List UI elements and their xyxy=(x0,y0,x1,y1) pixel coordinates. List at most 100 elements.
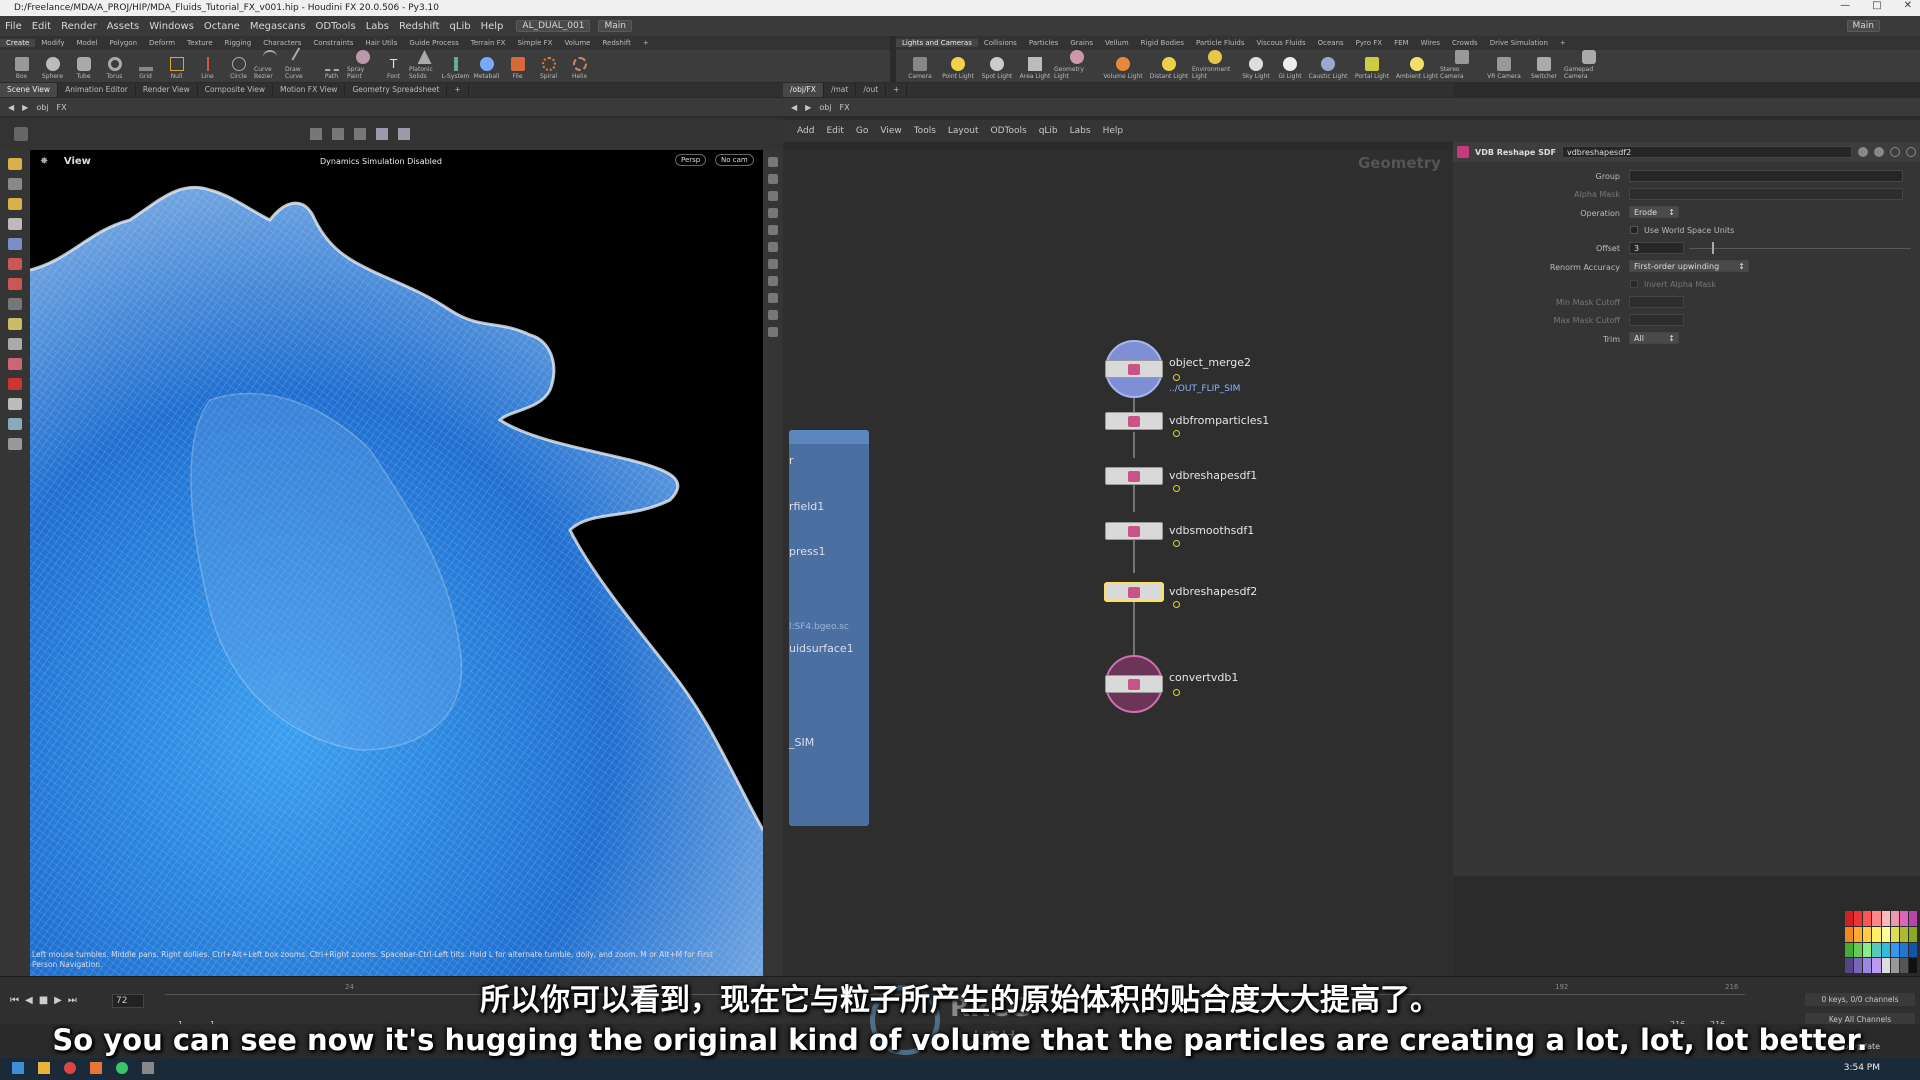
handle-tool-icon[interactable] xyxy=(8,298,22,310)
info-param-icon[interactable] xyxy=(1889,147,1900,157)
node-flag-icon[interactable] xyxy=(1173,540,1180,547)
tab-out[interactable]: /out xyxy=(856,83,887,97)
houdini-icon[interactable] xyxy=(90,1062,102,1074)
browser-icon[interactable] xyxy=(64,1062,76,1074)
node-flag-icon[interactable] xyxy=(1173,601,1180,608)
menu-assets[interactable]: Assets xyxy=(102,21,145,32)
shelf-add-tab-right-icon[interactable]: + xyxy=(1554,39,1572,47)
menu-edit[interactable]: Edit xyxy=(27,21,56,32)
object-merge-node-body[interactable] xyxy=(1105,360,1163,378)
tool-stereo-camera[interactable]: Stereo Camera xyxy=(1440,50,1484,82)
grid-display-icon[interactable] xyxy=(768,310,778,320)
render-region-tool-icon[interactable] xyxy=(8,438,22,450)
shading-icon[interactable] xyxy=(398,128,410,140)
magnet-red-tool-icon[interactable] xyxy=(8,378,22,390)
menu-file[interactable]: File xyxy=(0,21,27,32)
help-icon[interactable] xyxy=(1905,147,1916,157)
shelf-tab-collisions[interactable]: Collisions xyxy=(978,39,1023,47)
right-workspace-selector[interactable]: Main xyxy=(1846,20,1880,32)
tool-spray-paint[interactable]: Spray Paint xyxy=(347,50,378,82)
tool-platonic-solids[interactable]: Platonic Solids xyxy=(409,50,440,82)
shelf-tab-particles[interactable]: Particles xyxy=(1023,39,1065,47)
tool-volume-light[interactable]: Volume Light xyxy=(1100,50,1146,82)
path-fx[interactable]: FX xyxy=(57,103,67,112)
workspace-selector[interactable]: Main xyxy=(598,20,632,32)
node-flag-icon[interactable] xyxy=(1173,430,1180,437)
shelf-tab-terrain-fx[interactable]: Terrain FX xyxy=(465,39,512,47)
shelf-tab-deform[interactable]: Deform xyxy=(143,39,181,47)
tool-spot-light[interactable]: Spot Light xyxy=(978,50,1016,82)
ghost-icon[interactable] xyxy=(768,225,778,235)
alpha-mask-field[interactable] xyxy=(1629,188,1903,200)
point-display-icon[interactable] xyxy=(768,242,778,252)
tool-grid[interactable]: Grid xyxy=(130,50,161,82)
shelf-tab-fem[interactable]: FEM xyxy=(1388,39,1415,47)
net-menu-help[interactable]: Help xyxy=(1097,126,1130,136)
net-menu-view[interactable]: View xyxy=(874,126,907,136)
shelf-tab-constraints[interactable]: Constraints xyxy=(307,39,359,47)
shelf-tab-grains[interactable]: Grains xyxy=(1064,39,1099,47)
net-menu-odtools[interactable]: ODTools xyxy=(985,126,1033,136)
pose-tool-icon[interactable] xyxy=(8,318,22,330)
shelf-tab-viscous-fluids[interactable]: Viscous Fluids xyxy=(1251,39,1312,47)
renorm-dropdown[interactable]: First-order upwinding ↕ xyxy=(1629,260,1749,272)
maximize-icon[interactable]: □ xyxy=(1872,0,1881,16)
tab-composite-view[interactable]: Composite View xyxy=(198,83,273,97)
min-mask-field[interactable] xyxy=(1629,296,1684,308)
magnet-tool-icon[interactable] xyxy=(8,358,22,370)
tool-gi-light[interactable]: GI Light xyxy=(1274,50,1306,82)
menu-render[interactable]: Render xyxy=(56,21,102,32)
grid-layout-icon[interactable] xyxy=(14,127,28,141)
back-arrow-icon[interactable]: ◀ xyxy=(8,103,14,112)
brush-tool-icon[interactable] xyxy=(8,278,22,290)
offset-slider-track[interactable] xyxy=(1689,248,1911,249)
tool-file[interactable]: File xyxy=(502,50,533,82)
tool-circle[interactable]: Circle xyxy=(223,50,254,82)
shelf-tab-drive-simulation[interactable]: Drive Simulation xyxy=(1484,39,1554,47)
forward-arrow-icon[interactable]: ▶ xyxy=(22,103,28,112)
max-mask-field[interactable] xyxy=(1629,314,1684,326)
shelf-tab-pyro-fx[interactable]: Pyro FX xyxy=(1350,39,1388,47)
spotify-icon[interactable] xyxy=(116,1062,128,1074)
tool-box[interactable]: Box xyxy=(6,50,37,82)
normal-display-icon[interactable] xyxy=(768,259,778,269)
app-icon[interactable] xyxy=(142,1062,154,1074)
menu-windows[interactable]: Windows xyxy=(144,21,199,32)
lock-tool-icon[interactable] xyxy=(8,238,22,250)
scene-viewport[interactable]: ✸ View Dynamics Simulation Disabled Pers… xyxy=(30,150,763,976)
shelf-tab-texture[interactable]: Texture xyxy=(181,39,219,47)
tab-obj-fx[interactable]: /obj/FX xyxy=(783,83,824,97)
shelf-tab-modify[interactable]: Modify xyxy=(35,39,70,47)
tool-switcher[interactable]: Switcher xyxy=(1524,50,1564,82)
add-network-tab-icon[interactable]: + xyxy=(886,83,908,97)
wireframe-icon[interactable] xyxy=(768,174,778,184)
measure-tool-icon[interactable] xyxy=(8,338,22,350)
menu-labs[interactable]: Labs xyxy=(361,21,394,32)
shelf-tab-polygon[interactable]: Polygon xyxy=(104,39,144,47)
tool-area-light[interactable]: Area Light xyxy=(1016,50,1054,82)
search-icon[interactable] xyxy=(1873,147,1884,157)
start-icon[interactable] xyxy=(12,1062,24,1074)
tool-null[interactable]: Null xyxy=(161,50,192,82)
persp-menu[interactable]: Persp xyxy=(675,154,707,166)
gear-icon[interactable] xyxy=(1857,147,1868,157)
node-flag-icon[interactable] xyxy=(1173,485,1180,492)
menu-redshift[interactable]: Redshift xyxy=(394,21,445,32)
select-tool-icon[interactable] xyxy=(8,158,22,170)
tool-sky-light[interactable]: Sky Light xyxy=(1238,50,1274,82)
tool-tube[interactable]: Tube xyxy=(68,50,99,82)
tab-scene-view[interactable]: Scene View xyxy=(0,83,59,97)
network-path-obj[interactable]: obj xyxy=(819,103,831,112)
net-menu-layout[interactable]: Layout xyxy=(942,126,985,136)
invert-alpha-checkbox[interactable] xyxy=(1630,280,1638,288)
operation-dropdown[interactable]: Erode ↕ xyxy=(1629,206,1679,218)
background-icon[interactable] xyxy=(768,293,778,303)
shelf-tab-characters[interactable]: Characters xyxy=(257,39,307,47)
display-options-icon[interactable] xyxy=(768,157,778,167)
snap-tool-icon[interactable] xyxy=(8,418,22,430)
menu-megascans[interactable]: Megascans xyxy=(245,21,311,32)
move-tool-icon[interactable] xyxy=(8,178,22,190)
node-flag-icon[interactable] xyxy=(1173,689,1180,696)
menu-octane[interactable]: Octane xyxy=(199,21,245,32)
add-pane-tab-icon[interactable]: + xyxy=(447,83,469,97)
